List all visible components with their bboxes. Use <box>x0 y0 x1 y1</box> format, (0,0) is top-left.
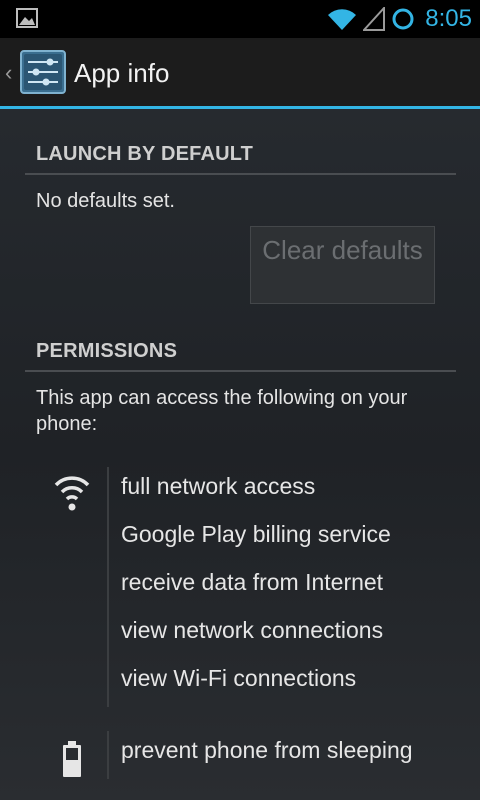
app-info-content: LAUNCH BY DEFAULT No defaults set. Clear… <box>0 109 480 800</box>
chevron-left-icon[interactable]: ‹ <box>5 62 12 84</box>
action-bar: ‹ App info <box>0 38 480 106</box>
settings-sliders-icon[interactable] <box>20 50 66 94</box>
permission-item: prevent phone from sleeping <box>121 737 413 763</box>
launch-by-default-header: LAUNCH BY DEFAULT <box>36 143 254 165</box>
sync-circle-icon <box>392 8 414 30</box>
permission-item: full network access <box>121 473 316 499</box>
section-divider <box>25 173 456 175</box>
permissions-header: PERMISSIONS <box>36 340 178 362</box>
status-clock: 8:05 <box>425 5 472 32</box>
permissions-intro: This app can access the following on you… <box>36 387 408 435</box>
wifi-icon <box>54 476 90 511</box>
status-bar: 8:05 <box>0 0 480 38</box>
battery-icon <box>63 741 81 777</box>
signal-icon <box>363 7 386 31</box>
section-divider <box>25 370 456 372</box>
wifi-icon <box>328 9 357 30</box>
group-divider-line <box>107 731 109 779</box>
gallery-notification-icon <box>16 8 38 28</box>
permission-item: view Wi-Fi connections <box>121 665 357 691</box>
page-title: App info <box>74 58 170 88</box>
permission-item: view network connections <box>121 617 384 643</box>
no-defaults-text: No defaults set. <box>36 190 175 212</box>
permission-item: receive data from Internet <box>121 569 384 595</box>
permission-item: Google Play billing service <box>121 521 391 547</box>
group-divider-line <box>107 467 109 707</box>
clear-defaults-button[interactable]: Clear defaults <box>250 226 435 304</box>
